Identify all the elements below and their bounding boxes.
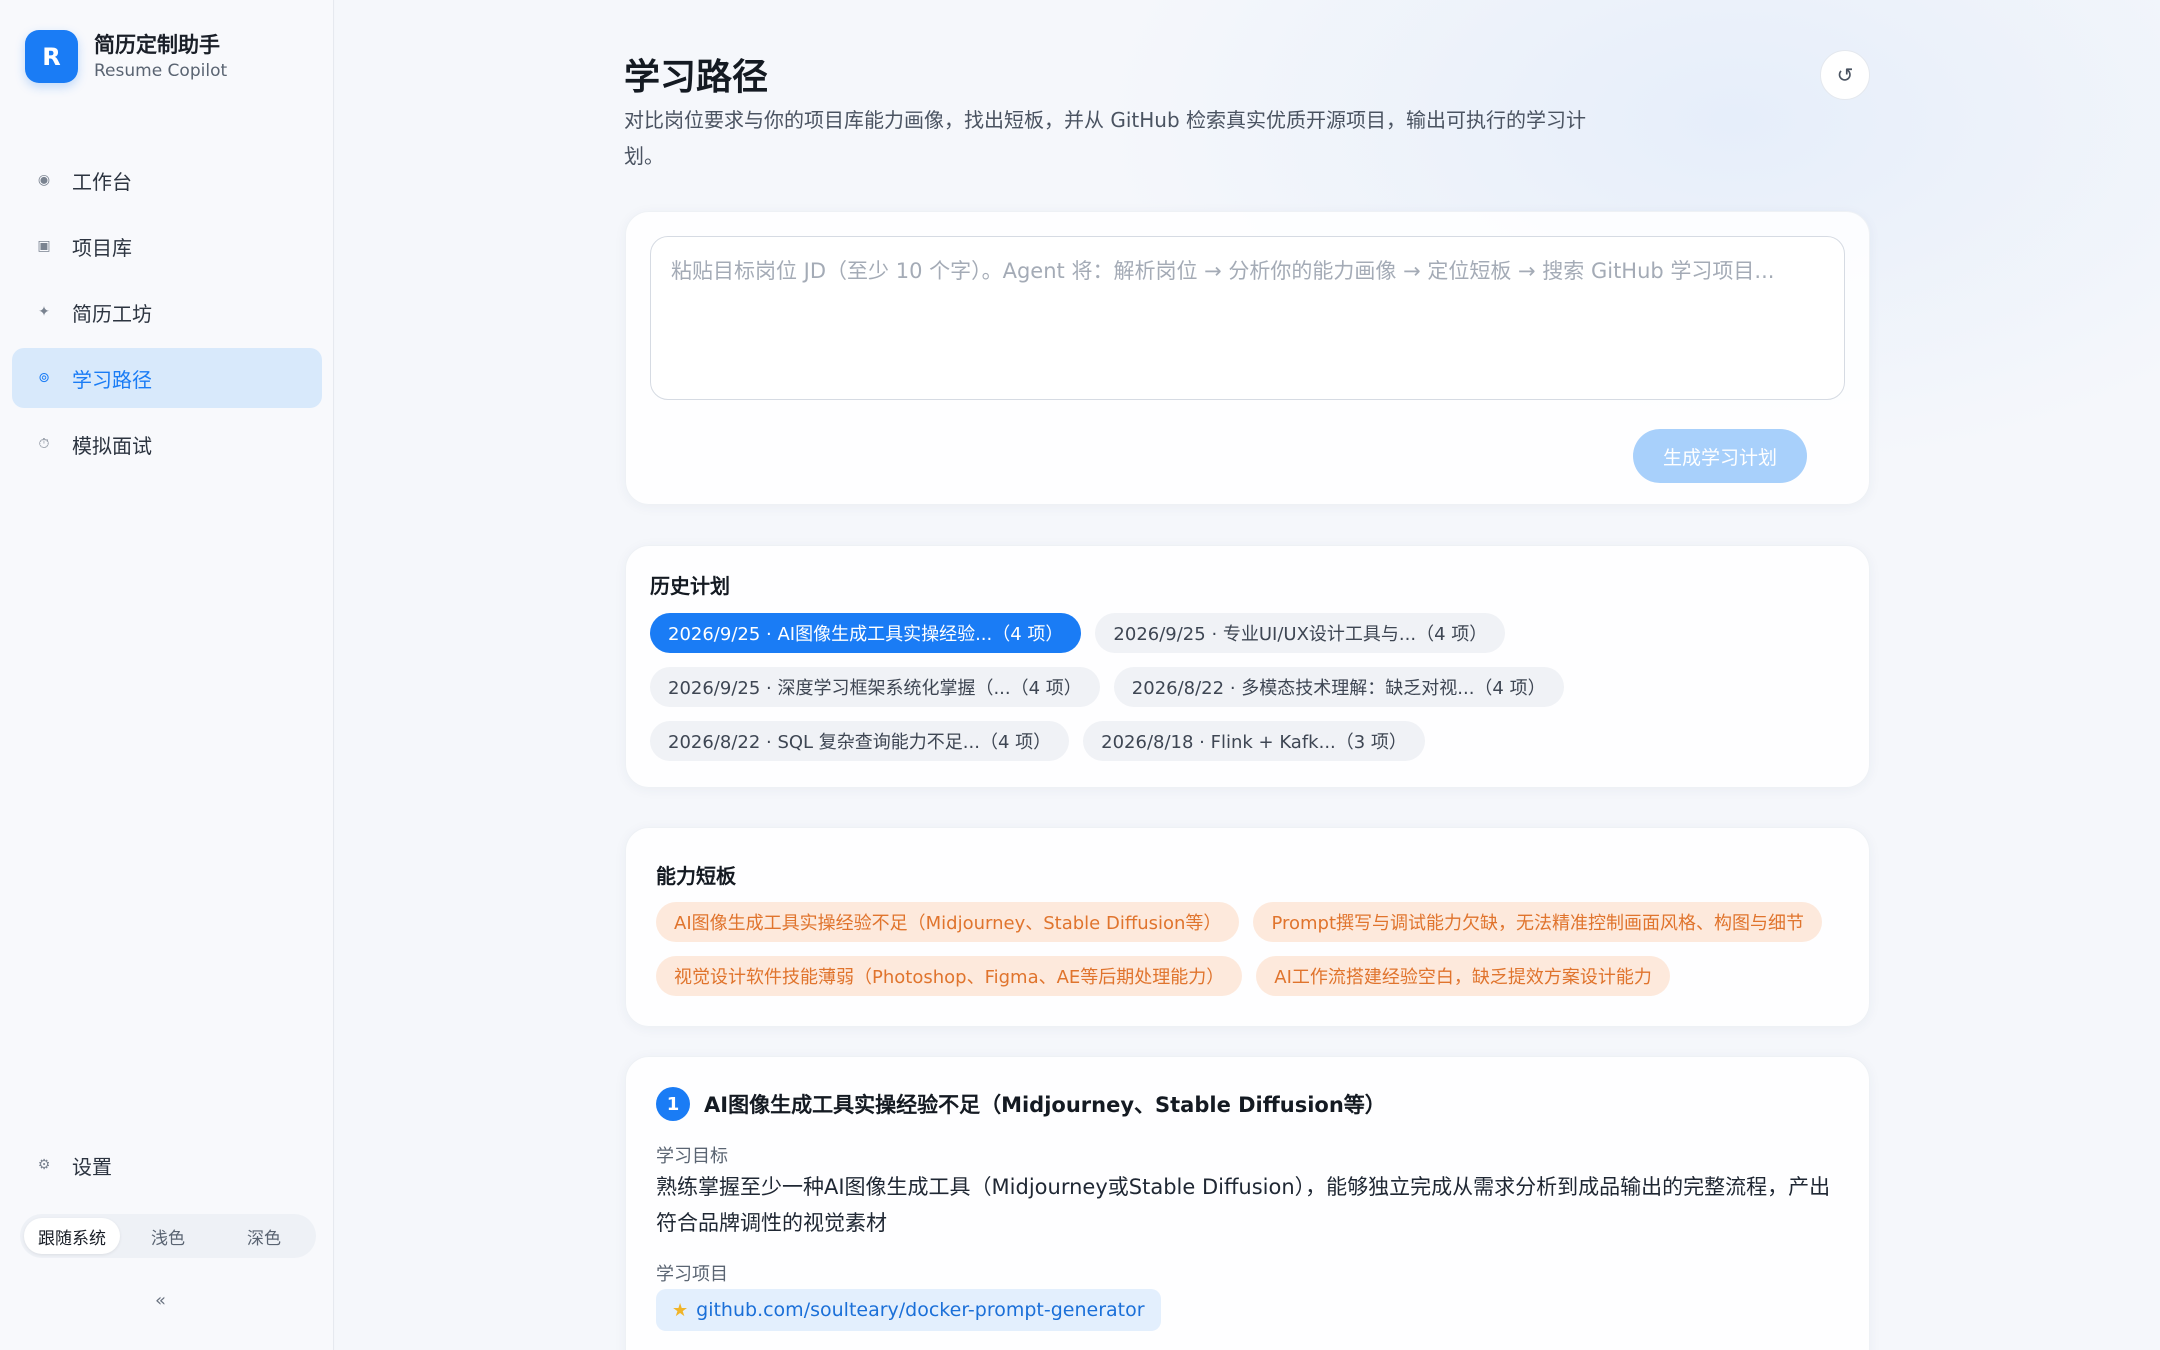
theme-switch: 跟随系统 浅色 深色 (20, 1214, 316, 1258)
theme-option-system[interactable]: 跟随系统 (24, 1218, 120, 1254)
history-chip[interactable]: 2026/8/22 · SQL 复杂查询能力不足...（4 项） (650, 721, 1070, 761)
history-title: 历史计划 (650, 574, 730, 598)
jd-textarea[interactable] (650, 236, 1845, 400)
sidebar-item-learning-path[interactable]: ⊚ 学习路径 (12, 348, 322, 408)
sidebar-item-label: 学习路径 (72, 367, 152, 392)
history-chip[interactable]: 2026/9/25 · 深度学习框架系统化掌握（...（4 项） (650, 667, 1100, 707)
plan-goal-text: 熟练掌握至少一种AI图像生成工具（Midjourney或Stable Diffu… (656, 1175, 1831, 1235)
history-chip[interactable]: 2026/9/25 · AI图像生成工具实操经验...（4 项） (650, 613, 1082, 653)
sidebar-item-label: 简历工坊 (72, 301, 152, 326)
plan-item-header: 1 AI图像生成工具实操经验不足（Midjourney、Stable Diffu… (656, 1087, 1386, 1121)
repo-link[interactable]: ★ github.com/soulteary/docker-prompt-gen… (656, 1289, 1161, 1331)
repo-link-text: github.com/soulteary/docker-prompt-gener… (696, 1299, 1145, 1321)
gear-icon: ⚙ (37, 1157, 51, 1173)
collapse-sidebar-button[interactable]: « (155, 1290, 166, 1311)
history-chip[interactable]: 2026/8/18 · Flink + Kafk...（3 项） (1083, 721, 1425, 761)
plan-goal-label: 学习目标 (656, 1146, 728, 1167)
sidebar-item-label: 模拟面试 (72, 433, 152, 458)
sidebar-nav: ◉ 工作台 ▣ 项目库 ✦ 简历工坊 ⊚ 学习路径 ⏱ 模拟面试 (12, 150, 322, 480)
refresh-icon: ↺ (1836, 63, 1854, 87)
plan-item-card: 1 AI图像生成工具实操经验不足（Midjourney、Stable Diffu… (625, 1056, 1870, 1350)
page-description: 对比岗位要求与你的项目库能力画像，找出短板，并从 GitHub 检索真实优质开源… (624, 108, 1587, 168)
brand-subtitle: Resume Copilot (94, 60, 228, 81)
skill-gap-tag: AI工作流搭建经验空白，缺乏提效方案设计能力 (1256, 956, 1670, 996)
target-icon: ⊚ (38, 370, 50, 386)
skill-gap-tag: AI图像生成工具实操经验不足（Midjourney、Stable Diffusi… (656, 902, 1240, 942)
main-content: 学习路径 对比岗位要求与你的项目库能力画像，找出短板，并从 GitHub 检索真… (335, 0, 2160, 1350)
plan-item-number: 1 (656, 1087, 690, 1121)
plan-projects-label: 学习项目 (656, 1264, 728, 1285)
theme-option-dark[interactable]: 深色 (216, 1218, 312, 1254)
sidebar-item-mock-interview[interactable]: ⏱ 模拟面试 (12, 414, 322, 474)
sidebar: R 简历定制助手 Resume Copilot ◉ 工作台 ▣ 项目库 ✦ 简历… (0, 0, 334, 1350)
sidebar-item-label: 项目库 (72, 235, 132, 260)
brand-logo: R (25, 30, 78, 83)
refresh-button[interactable]: ↺ (1820, 50, 1870, 100)
brand-title: 简历定制助手 (94, 32, 220, 57)
skill-gaps-card: 能力短板 AI图像生成工具实操经验不足（Midjourney、Stable Di… (625, 827, 1870, 1027)
star-icon: ★ (672, 1299, 689, 1321)
settings-section: ⚙ 设置 (12, 1135, 322, 1201)
projects-icon: ▣ (37, 238, 51, 254)
history-chip[interactable]: 2026/9/25 · 专业UI/UX设计工具与...（4 项） (1095, 613, 1506, 653)
sidebar-item-resume-studio[interactable]: ✦ 简历工坊 (12, 282, 322, 342)
history-chip[interactable]: 2026/8/22 · 多模态技术理解：缺乏对视...（4 项） (1113, 667, 1564, 707)
sidebar-item-label: 工作台 (72, 169, 132, 194)
skill-gap-tag: 视觉设计软件技能薄弱（Photoshop、Figma、AE等后期处理能力） (656, 956, 1243, 996)
generate-plan-button[interactable]: 生成学习计划 (1633, 429, 1807, 483)
history-chips: 2026/9/25 · AI图像生成工具实操经验...（4 项） 2026/9/… (650, 613, 1850, 775)
brand[interactable]: R 简历定制助手 Resume Copilot (25, 30, 227, 83)
skill-gaps-title: 能力短板 (656, 864, 736, 888)
theme-option-light[interactable]: 浅色 (120, 1218, 216, 1254)
skill-gap-tags: AI图像生成工具实操经验不足（Midjourney、Stable Diffusi… (656, 902, 1856, 1010)
sidebar-item-workbench[interactable]: ◉ 工作台 (12, 150, 322, 210)
workbench-icon: ◉ (37, 172, 51, 188)
sidebar-item-settings[interactable]: ⚙ 设置 (12, 1135, 322, 1195)
sparkle-icon: ✦ (38, 304, 50, 320)
timer-icon: ⏱ (38, 436, 50, 452)
jd-input-card: 生成学习计划 (625, 211, 1870, 505)
skill-gap-tag: Prompt撰写与调试能力欠缺，无法精准控制画面风格、构图与细节 (1253, 902, 1823, 942)
sidebar-item-label: 设置 (72, 1154, 112, 1179)
sidebar-item-projects[interactable]: ▣ 项目库 (12, 216, 322, 276)
page-title: 学习路径 (624, 57, 769, 98)
history-card: 历史计划 2026/9/25 · AI图像生成工具实操经验...（4 项） 20… (625, 545, 1870, 788)
plan-item-title: AI图像生成工具实操经验不足（Midjourney、Stable Diffusi… (704, 1093, 1386, 1117)
